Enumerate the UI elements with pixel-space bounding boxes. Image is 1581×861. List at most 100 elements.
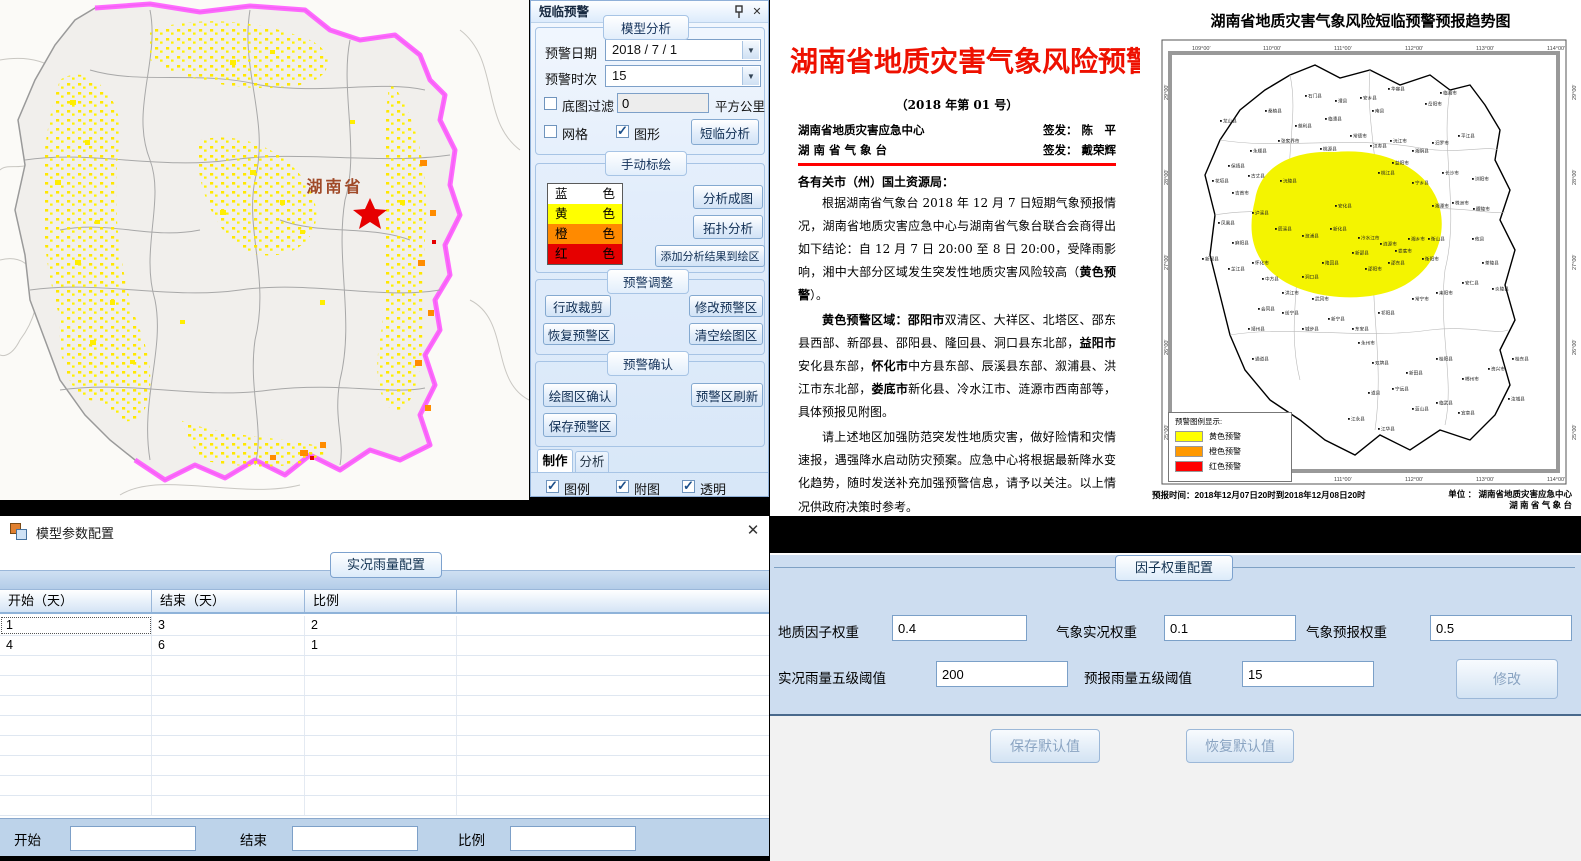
table-cell[interactable]	[305, 656, 457, 675]
column-header-ratio[interactable]: 比例	[305, 590, 457, 612]
chevron-down-icon[interactable]: ▼	[742, 67, 759, 85]
close-icon[interactable]: ✕	[742, 520, 764, 542]
pin-icon[interactable]	[732, 5, 746, 19]
color-item-yellow[interactable]: 黄色	[548, 204, 622, 224]
color-item-blue[interactable]: 蓝色	[548, 184, 622, 204]
table-cell[interactable]	[457, 676, 769, 695]
table-cell[interactable]: 4	[0, 636, 152, 655]
legend-checkbox[interactable]	[546, 480, 559, 493]
restore-warning-zone-button[interactable]: 恢复预警区	[543, 323, 615, 345]
attachment-map-checkbox[interactable]	[616, 480, 629, 493]
modify-button[interactable]: 修改	[1456, 659, 1558, 699]
rain-live-threshold-input[interactable]	[936, 661, 1068, 687]
table-cell[interactable]	[0, 716, 152, 735]
table-row[interactable]	[0, 756, 769, 776]
table-cell[interactable]	[0, 776, 152, 795]
clear-draw-area-button[interactable]: 清空绘图区	[689, 323, 763, 345]
table-cell[interactable]	[152, 776, 305, 795]
table-cell[interactable]	[152, 656, 305, 675]
table-cell[interactable]	[0, 696, 152, 715]
save-warning-zone-button[interactable]: 保存预警区	[543, 413, 617, 437]
table-cell[interactable]	[152, 676, 305, 695]
live-weight-input[interactable]	[1164, 615, 1296, 641]
warning-zone-refresh-button[interactable]: 预警区刷新	[691, 383, 763, 407]
save-defaults-button[interactable]: 保存默认值	[990, 729, 1100, 763]
table-cell[interactable]	[457, 736, 769, 755]
admin-clip-button[interactable]: 行政裁剪	[545, 295, 611, 317]
shape-checkbox[interactable]	[616, 125, 629, 138]
table-cell[interactable]	[152, 696, 305, 715]
table-row[interactable]	[0, 696, 769, 716]
table-cell[interactable]	[457, 616, 769, 635]
modify-warning-zone-button[interactable]: 修改预警区	[689, 295, 763, 317]
table-row[interactable]	[0, 676, 769, 696]
table-cell[interactable]	[152, 796, 305, 815]
restore-defaults-button[interactable]: 恢复默认值	[1186, 729, 1294, 763]
table-cell[interactable]	[305, 676, 457, 695]
dialog-titlebar[interactable]: 模型参数配置 ✕	[0, 516, 769, 546]
table-row[interactable]	[0, 716, 769, 736]
forecast-weight-input[interactable]	[1430, 615, 1572, 641]
table-cell[interactable]	[457, 776, 769, 795]
warning-time-select[interactable]: 15 ▼	[605, 65, 761, 87]
table-cell[interactable]	[305, 736, 457, 755]
table-cell[interactable]: 2	[305, 616, 457, 635]
table-cell[interactable]	[0, 656, 152, 675]
table-cell[interactable]	[457, 796, 769, 815]
table-cell[interactable]	[305, 756, 457, 775]
table-cell[interactable]	[0, 676, 152, 695]
table-cell[interactable]	[152, 736, 305, 755]
table-row[interactable]	[0, 736, 769, 756]
close-icon[interactable]: ✕	[750, 5, 764, 19]
geo-weight-input[interactable]	[892, 615, 1027, 641]
tab-analysis[interactable]: 分析	[575, 451, 609, 473]
color-item-orange[interactable]: 橙色	[548, 224, 622, 244]
table-cell[interactable]	[305, 796, 457, 815]
table-cell[interactable]	[457, 696, 769, 715]
table-row[interactable]	[0, 776, 769, 796]
table-cell[interactable]	[305, 696, 457, 715]
filter-area-input[interactable]	[617, 93, 709, 113]
topology-analysis-button[interactable]: 拓扑分析	[693, 215, 763, 239]
basemap-filter-checkbox[interactable]	[544, 97, 557, 110]
tab-make[interactable]: 制作	[537, 449, 573, 473]
table-cell[interactable]	[0, 736, 152, 755]
table-cell[interactable]	[0, 756, 152, 775]
factor-weight-tab[interactable]: 因子权重配置	[1115, 555, 1233, 581]
table-cell[interactable]	[152, 756, 305, 775]
rain-forecast-threshold-input[interactable]	[1242, 661, 1374, 687]
add-result-button[interactable]: 添加分析结果到绘区	[655, 245, 765, 267]
table-cell[interactable]: 1	[305, 636, 457, 655]
start-input[interactable]	[70, 826, 196, 851]
analysis-to-map-button[interactable]: 分析成图	[693, 185, 763, 209]
table-cell[interactable]: 1	[0, 616, 152, 635]
end-input[interactable]	[292, 826, 418, 851]
table-cell[interactable]	[305, 776, 457, 795]
table-cell[interactable]	[457, 756, 769, 775]
table-cell[interactable]	[0, 796, 152, 815]
column-header-start[interactable]: 开始（天）	[0, 590, 152, 612]
table-cell[interactable]: 3	[152, 616, 305, 635]
table-row[interactable]: 132	[0, 616, 769, 636]
draw-area-confirm-button[interactable]: 绘图区确认	[543, 383, 617, 407]
color-item-red[interactable]: 红色	[548, 244, 622, 264]
table-cell[interactable]	[457, 716, 769, 735]
rain-config-table[interactable]: 开始（天） 结束（天） 比例 132461	[0, 590, 769, 818]
warning-date-select[interactable]: 2018 / 7 / 1 ▼	[605, 39, 761, 61]
table-cell[interactable]	[152, 716, 305, 735]
transparent-checkbox[interactable]	[682, 480, 695, 493]
column-header-end[interactable]: 结束（天）	[152, 590, 305, 612]
province-risk-map[interactable]: 湖南省	[0, 0, 529, 500]
table-cell[interactable]	[305, 716, 457, 735]
table-cell[interactable]	[457, 636, 769, 655]
table-cell[interactable]	[457, 656, 769, 675]
table-cell[interactable]: 6	[152, 636, 305, 655]
grid-checkbox[interactable]	[544, 125, 557, 138]
short-term-analysis-button[interactable]: 短临分析	[691, 119, 759, 145]
rain-config-tab[interactable]: 实况雨量配置	[330, 552, 442, 578]
table-row[interactable]	[0, 656, 769, 676]
color-listbox[interactable]: 蓝色 黄色 橙色 红色	[547, 183, 623, 265]
table-row[interactable]	[0, 796, 769, 816]
ratio-input[interactable]	[510, 826, 636, 851]
table-row[interactable]: 461	[0, 636, 769, 656]
